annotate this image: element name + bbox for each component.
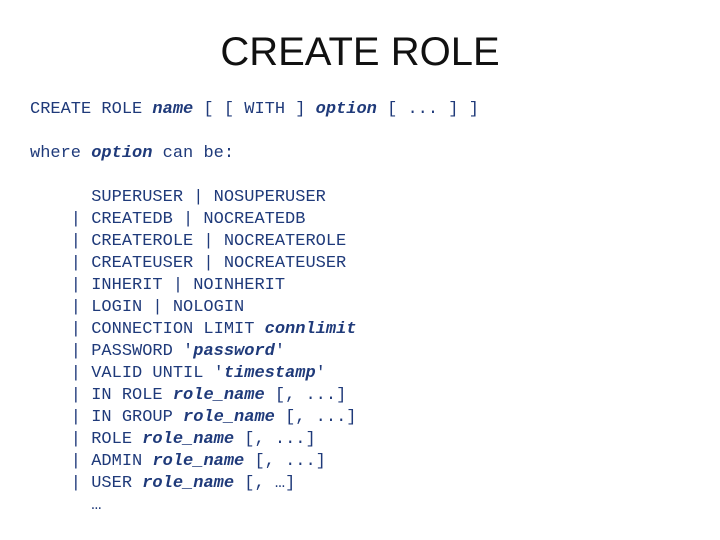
param-password: password (193, 342, 275, 361)
opt-text: CREATEROLE | NOCREATEROLE (91, 232, 346, 251)
param-name: name (152, 100, 193, 119)
where-suffix: can be: (152, 144, 234, 163)
opt-password: | PASSWORD 'password' (30, 342, 285, 361)
indent (30, 188, 91, 207)
opt-ellipsis: … (30, 496, 101, 515)
opt-createuser: | CREATEUSER | NOCREATEUSER (30, 254, 346, 273)
param-timestamp: timestamp (224, 364, 316, 383)
indent: | (30, 452, 91, 471)
indent: | (30, 386, 91, 405)
indent: | (30, 298, 91, 317)
indent: | (30, 320, 91, 339)
opt-text: LOGIN | NOLOGIN (91, 298, 244, 317)
indent: | (30, 210, 91, 229)
list-tail: [, ...] (244, 452, 326, 471)
opt-text: ROLE (91, 430, 142, 449)
opt-text: IN GROUP (91, 408, 183, 427)
close-quote: ' (316, 364, 326, 383)
param-option: option (316, 100, 377, 119)
kw-tail: [ ... ] ] (377, 100, 479, 119)
indent: | (30, 254, 91, 273)
indent: | (30, 232, 91, 251)
indent: | (30, 276, 91, 295)
opt-role: | ROLE role_name [, ...] (30, 430, 316, 449)
opt-text: CREATEDB | NOCREATEDB (91, 210, 305, 229)
opt-text: CREATEUSER | NOCREATEUSER (91, 254, 346, 273)
indent: | (30, 408, 91, 427)
opt-createrole: | CREATEROLE | NOCREATEROLE (30, 232, 346, 251)
opt-text: CONNECTION LIMIT (91, 320, 264, 339)
param-role-name: role_name (142, 474, 234, 493)
param-role-name: role_name (183, 408, 275, 427)
opt-text: PASSWORD ' (91, 342, 193, 361)
opt-user: | USER role_name [, …] (30, 474, 295, 493)
opt-text: INHERIT | NOINHERIT (91, 276, 285, 295)
opt-text: VALID UNTIL ' (91, 364, 224, 383)
indent: | (30, 474, 91, 493)
opt-inherit: | INHERIT | NOINHERIT (30, 276, 285, 295)
param-role-name: role_name (173, 386, 265, 405)
opt-login: | LOGIN | NOLOGIN (30, 298, 244, 317)
indent: | (30, 342, 91, 361)
code-block: CREATE ROLE name [ [ WITH ] option [ ...… (30, 99, 690, 517)
list-tail: [, ...] (234, 430, 316, 449)
where-line: where option can be: (30, 144, 234, 163)
kw-with: [ [ WITH ] (193, 100, 315, 119)
opt-ingroup: | IN GROUP role_name [, ...] (30, 408, 357, 427)
slide-title: CREATE ROLE (30, 30, 690, 75)
opt-createdb: | CREATEDB | NOCREATEDB (30, 210, 305, 229)
opt-text: USER (91, 474, 142, 493)
opt-superuser: SUPERUSER | NOSUPERUSER (30, 188, 326, 207)
indent: | (30, 430, 91, 449)
kw-create-role: CREATE ROLE (30, 100, 152, 119)
list-tail: [, ...] (265, 386, 347, 405)
close-quote: ' (275, 342, 285, 361)
param-connlimit: connlimit (265, 320, 357, 339)
param-role-name: role_name (142, 430, 234, 449)
opt-validuntil: | VALID UNTIL 'timestamp' (30, 364, 326, 383)
param-role-name: role_name (152, 452, 244, 471)
indent: | (30, 364, 91, 383)
list-tail: [, …] (234, 474, 295, 493)
syntax-line: CREATE ROLE name [ [ WITH ] option [ ...… (30, 100, 479, 119)
where-option: option (91, 144, 152, 163)
opt-inrole: | IN ROLE role_name [, ...] (30, 386, 346, 405)
ellipsis-text: … (91, 496, 101, 515)
opt-connlimit: | CONNECTION LIMIT connlimit (30, 320, 356, 339)
opt-text: IN ROLE (91, 386, 173, 405)
slide: CREATE ROLE CREATE ROLE name [ [ WITH ] … (0, 0, 720, 540)
opt-text: SUPERUSER | NOSUPERUSER (91, 188, 326, 207)
where-prefix: where (30, 144, 91, 163)
opt-text: ADMIN (91, 452, 152, 471)
indent (30, 496, 91, 515)
opt-admin: | ADMIN role_name [, ...] (30, 452, 326, 471)
list-tail: [, ...] (275, 408, 357, 427)
